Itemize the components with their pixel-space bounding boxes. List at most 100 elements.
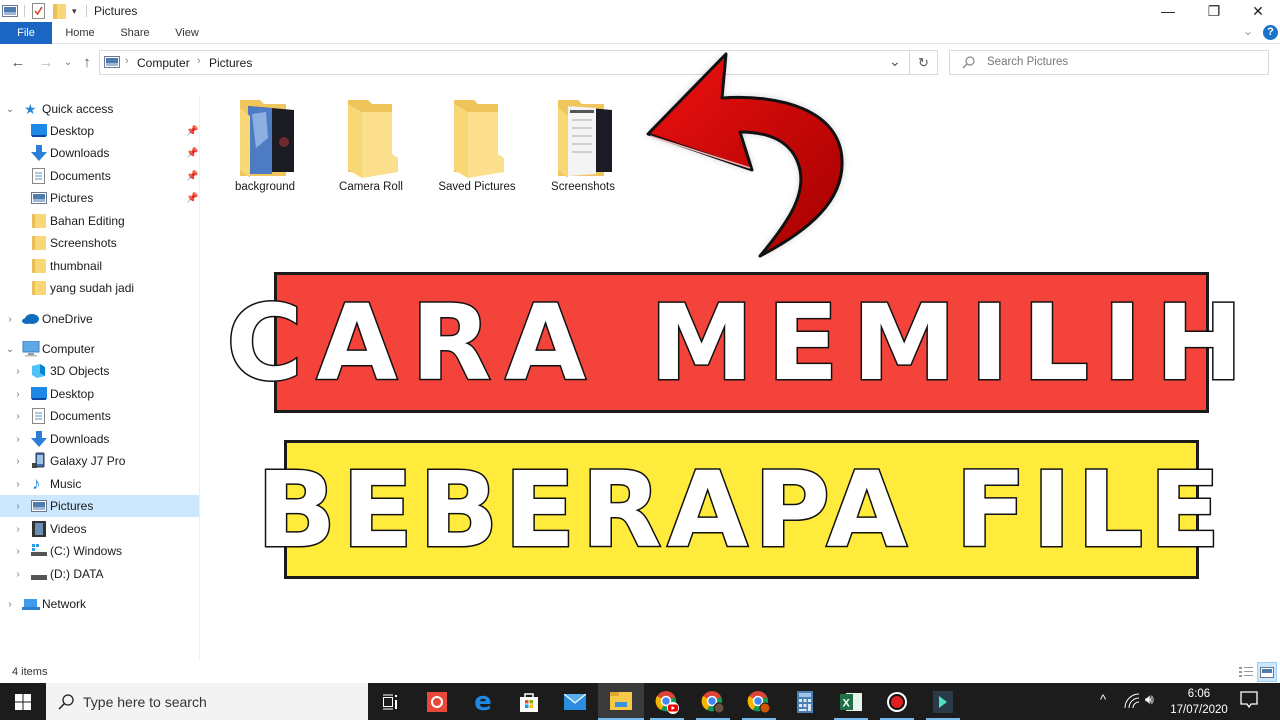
folder-item-saved-pictures[interactable]: Saved Pictures [427,98,527,198]
taskbar-app-chrome-youtube[interactable] [644,683,690,720]
sidebar-item-documents[interactable]: Documents 📌 [0,165,199,187]
sidebar-item-downloads[interactable]: Downloads 📌 [0,142,199,164]
show-hidden-icons-button[interactable]: ^ [1100,692,1106,707]
tab-share[interactable]: Share [110,22,160,44]
sidebar-item-videos[interactable]: › Videos [0,518,199,540]
volume-icon[interactable]: 🔊︎ [1145,691,1154,708]
customize-quick-access-icon[interactable]: ▾ [72,3,77,19]
sidebar-item-yang-sudah-jadi[interactable]: yang sudah jadi [0,277,199,299]
chevron-right-icon[interactable]: › [12,501,24,512]
folder-item-background[interactable]: background [215,98,315,198]
details-view-button[interactable] [1238,664,1254,680]
close-button[interactable]: ✕ [1235,0,1280,22]
search-input[interactable]: Search Pictures [987,56,1068,68]
sidebar-item-pictures-2[interactable]: › Pictures [0,495,199,517]
breadcrumb-computer[interactable]: Computer [137,56,190,70]
taskbar-app-store[interactable] [506,683,552,720]
refresh-button[interactable]: ↻ [909,50,938,75]
chevron-right-icon[interactable]: › [12,546,24,557]
sidebar-item-onedrive[interactable]: › OneDrive [0,308,199,330]
taskbar-app-calculator[interactable] [782,683,828,720]
excel-icon: X [840,692,862,711]
sidebar-item-bahan-editing[interactable]: Bahan Editing [0,210,199,232]
sidebar-item-network[interactable]: › Network [0,593,199,615]
taskbar-app-excel[interactable]: X [828,683,874,720]
sidebar-item-galaxy-j7-pro[interactable]: › Galaxy J7 Pro [0,450,199,472]
chevron-right-icon[interactable]: › [12,411,24,422]
chevron-right-icon[interactable]: › [12,366,24,377]
filmora-icon [933,690,953,713]
chevron-right-icon[interactable]: › [12,389,24,400]
chevron-right-icon[interactable]: › [12,456,24,467]
sidebar-item-pictures[interactable]: Pictures 📌 [0,187,199,209]
up-button[interactable]: ↑ [78,54,96,72]
taskbar-app-chrome-profile-s[interactable] [690,683,736,720]
sidebar-item-d-drive[interactable]: › (D:) DATA [0,563,199,585]
sidebar-item-quick-access[interactable]: ⌄ ★ Quick access [0,98,199,120]
tab-home[interactable]: Home [56,22,104,44]
pin-icon[interactable]: 📌 [186,126,198,137]
chevron-expanded-icon[interactable]: ⌄ [4,104,16,115]
clock[interactable]: 6:06 17/07/2020 [1167,686,1231,718]
expand-ribbon-chevron-icon[interactable]: ⌄ [1243,24,1253,38]
address-dropdown-button[interactable]: ⌄ [889,53,901,70]
taskbar-app-edge[interactable]: e [460,683,506,720]
divider [24,5,25,17]
network-tray-icon[interactable] [1124,693,1140,712]
breadcrumb-pictures[interactable]: Pictures [209,56,252,70]
sidebar-item-desktop[interactable]: Desktop 📌 [0,120,199,142]
properties-quick-icon[interactable] [32,3,45,19]
sidebar-item-documents-2[interactable]: › Documents [0,405,199,427]
chevron-right-icon[interactable]: › [12,569,24,580]
taskbar-app-filmora[interactable] [920,683,966,720]
tab-view[interactable]: View [164,22,210,44]
minimize-button[interactable]: — [1145,0,1191,22]
help-icon[interactable]: ? [1263,25,1278,40]
refresh-icon: ↻ [918,54,929,70]
task-view-button[interactable] [368,683,414,720]
title-bar: ▾ Pictures — ❐ ✕ [0,0,1280,22]
new-folder-quick-icon[interactable] [53,3,66,19]
window-app-icon[interactable] [2,3,18,19]
chevron-right-icon[interactable]: › [12,434,24,445]
sidebar-item-downloads-2[interactable]: › Downloads [0,428,199,450]
sidebar-item-3d-objects[interactable]: › 3D Objects [0,360,199,382]
arrow-shape [646,52,844,258]
folder-icon [448,98,506,178]
chevron-right-icon[interactable]: › [4,314,16,325]
sidebar-item-computer[interactable]: ⌄ Computer [0,338,199,360]
pin-icon[interactable]: 📌 [186,193,198,204]
chevron-expanded-icon[interactable]: ⌄ [4,344,16,355]
tab-file[interactable]: File [0,22,52,44]
action-center-button[interactable] [1240,691,1258,712]
sidebar-item-music[interactable]: › ♪ Music [0,473,199,495]
taskbar-search-box[interactable]: Type here to search [46,683,368,720]
restore-button[interactable]: ❐ [1191,0,1237,22]
sidebar-item-c-drive[interactable]: › (C:) Windows [0,540,199,562]
chrome-profile-icon [747,690,771,713]
taskbar-app-file-explorer[interactable] [598,683,644,720]
folder-item-camera-roll[interactable]: Camera Roll [321,98,421,198]
pin-icon[interactable]: 📌 [186,148,198,159]
chevron-right-icon[interactable]: › [12,479,24,490]
taskbar-search-input[interactable]: Type here to search [83,694,207,710]
chevron-right-icon[interactable]: › [12,524,24,535]
sidebar-item-screenshots[interactable]: Screenshots [0,232,199,254]
large-icons-view-button[interactable] [1257,662,1277,682]
start-button[interactable] [0,683,46,720]
sidebar-item-desktop-2[interactable]: › Desktop [0,383,199,405]
forward-button[interactable]: → [37,54,55,72]
chevron-right-icon[interactable]: › [4,599,16,610]
sidebar-item-thumbnail[interactable]: thumbnail [0,255,199,277]
up-arrow-icon: ↑ [83,54,91,71]
recent-locations-button[interactable]: ⌄ [59,54,77,72]
search-box[interactable]: Search Pictures [949,50,1269,75]
back-button[interactable]: ← [9,54,27,72]
taskbar-app-chrome-profile-a[interactable] [736,683,782,720]
folder-item-screenshots[interactable]: Screenshots [533,98,633,198]
taskbar-app-recorder[interactable] [874,683,920,720]
taskbar-app-mail[interactable] [552,683,598,720]
pin-icon[interactable]: 📌 [186,171,198,182]
taskbar-app-office[interactable] [414,683,460,720]
clock-time: 6:06 [1187,688,1211,700]
